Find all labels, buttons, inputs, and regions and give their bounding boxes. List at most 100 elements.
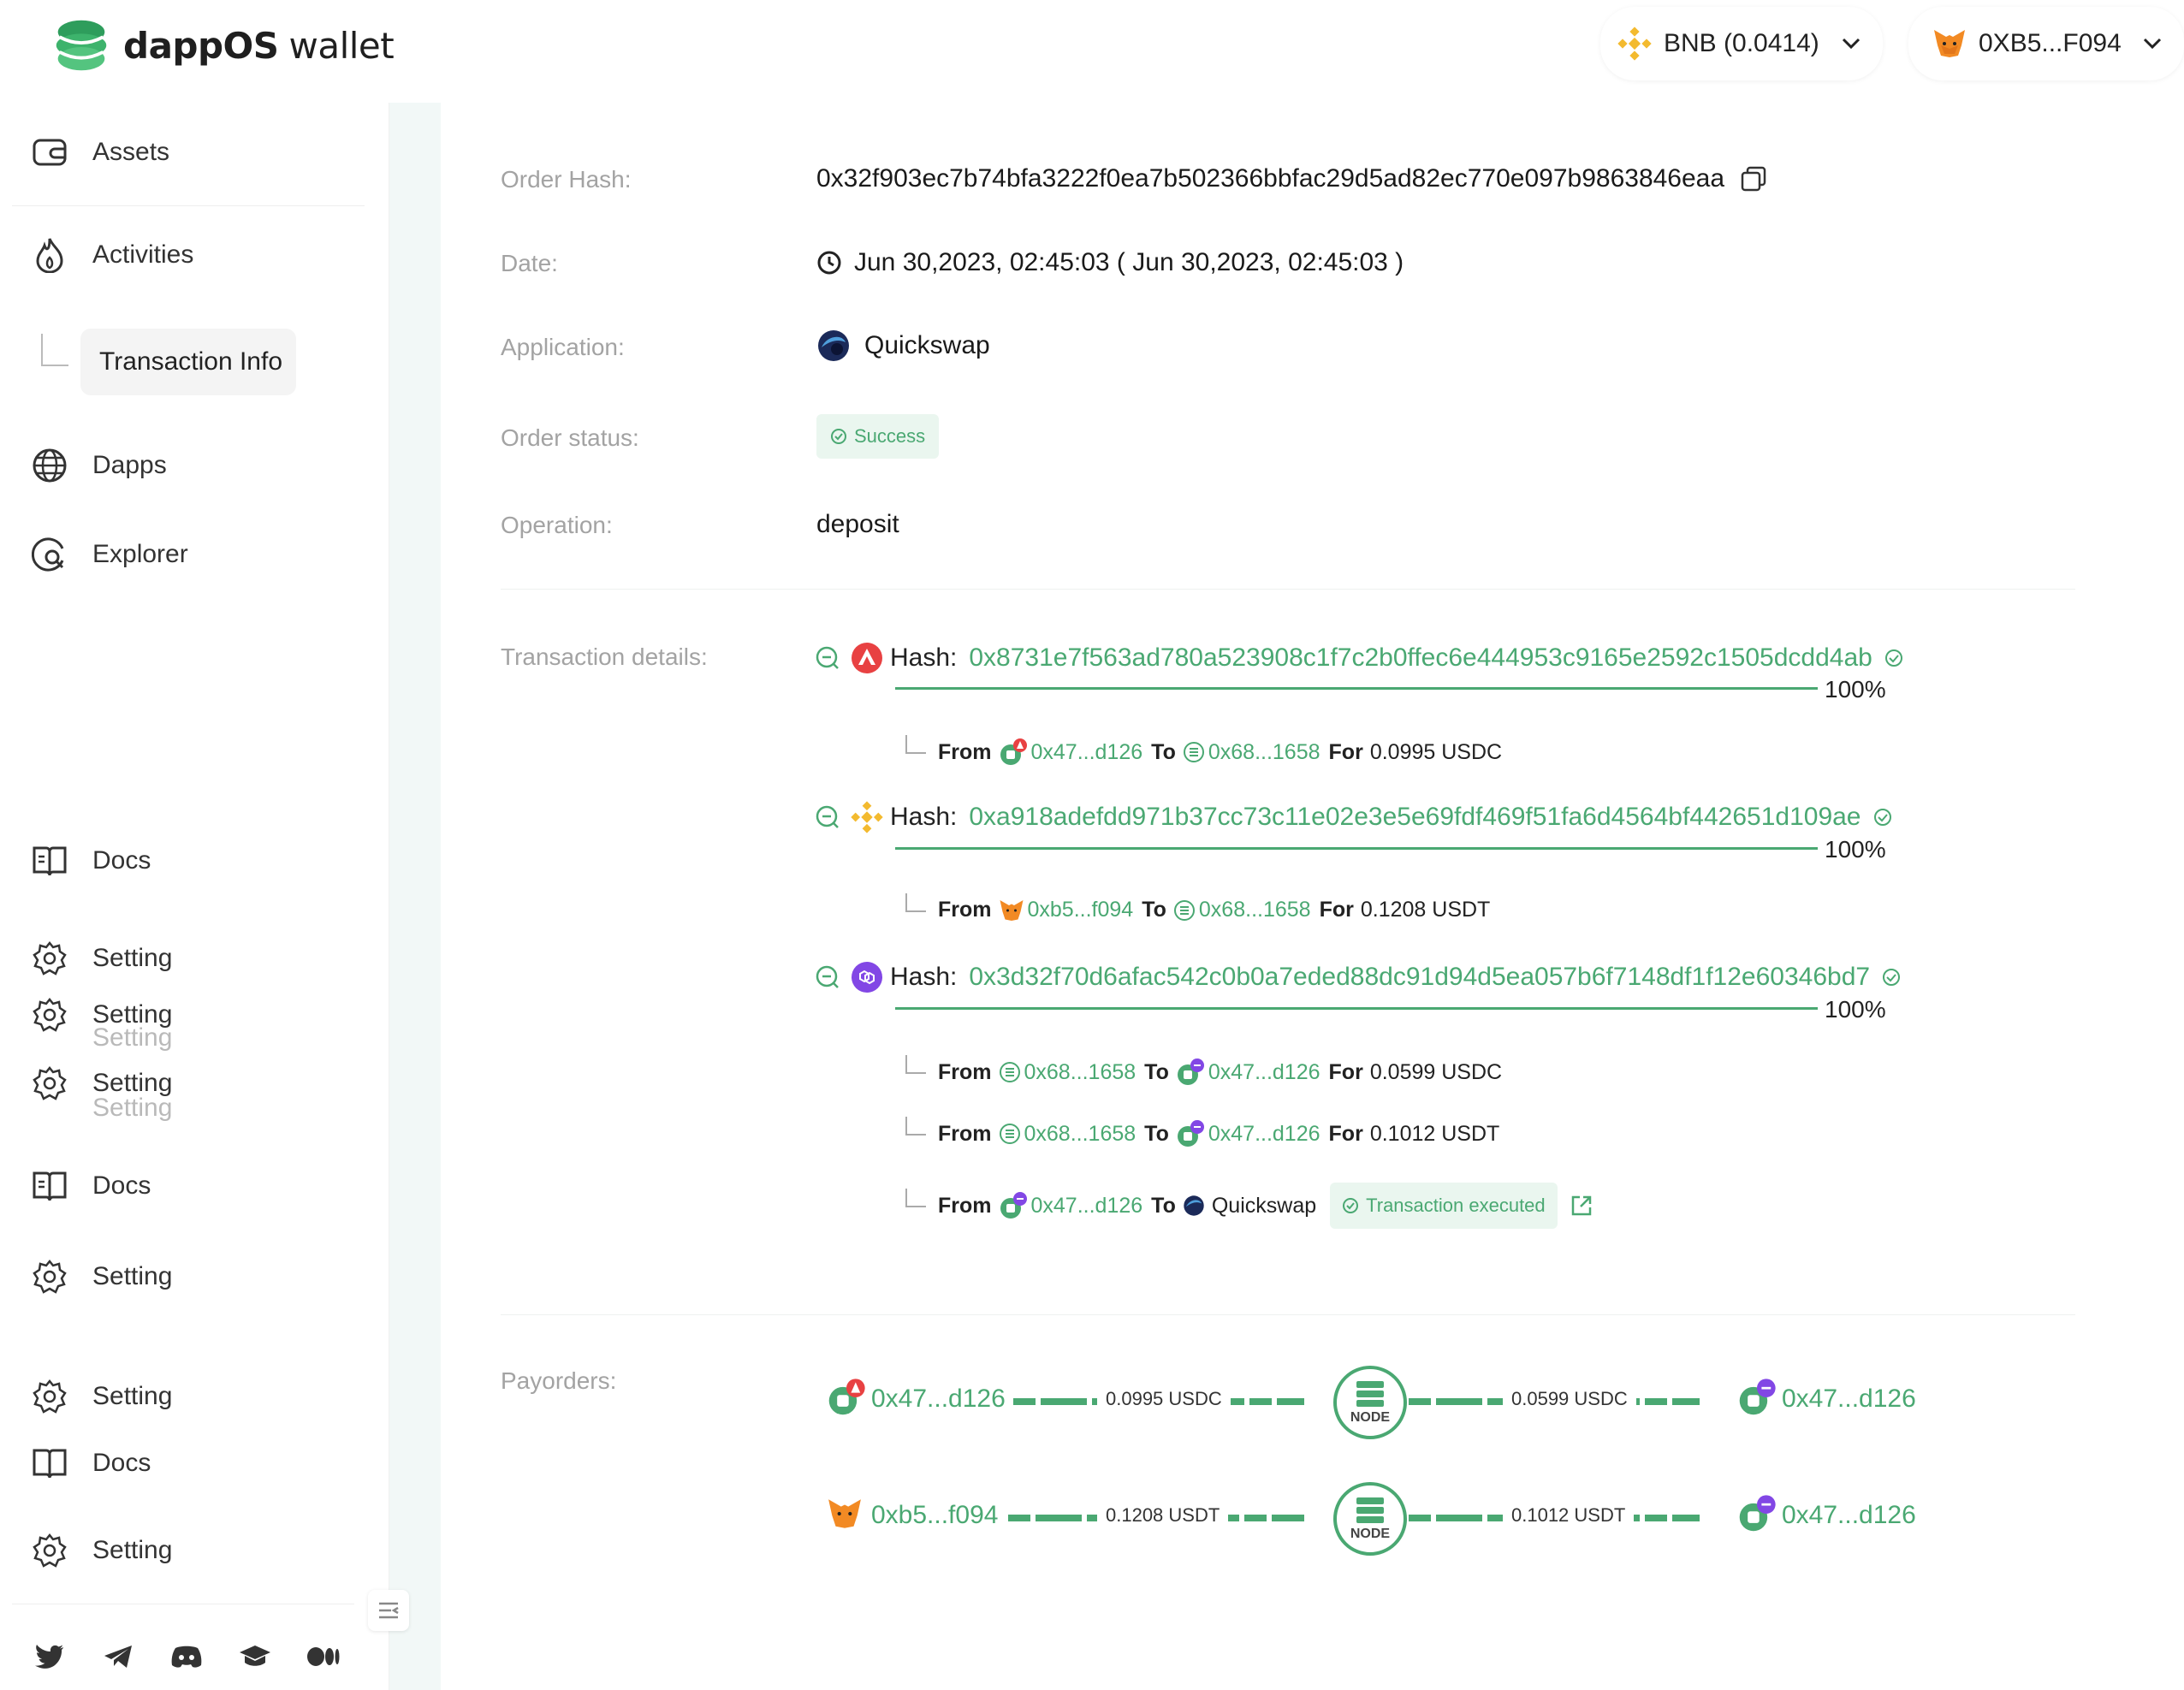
chain-selector[interactable]: BNB (0.0414) [1600, 7, 1883, 80]
sidebar-item-setting[interactable]: Setting [31, 1258, 172, 1296]
discord-icon[interactable] [168, 1638, 205, 1675]
to-address[interactable]: 0x68...1658 [1199, 898, 1311, 922]
sidebar-item-assets[interactable]: Assets [31, 133, 169, 171]
collapse-sidebar-button[interactable] [368, 1590, 409, 1631]
transfer-line: From 0x68...1658 To 0x47...d126 For 0.05… [905, 1055, 1503, 1087]
sidebar-item-explorer[interactable]: Explorer [31, 536, 188, 573]
payorder-to-address[interactable]: 0x47...d126 [1782, 1385, 1916, 1414]
collapse-circle-icon[interactable] [815, 964, 840, 990]
transfer-amount: 0.0599 USDC [1369, 1059, 1503, 1084]
metamask-fox-icon [1934, 30, 1965, 57]
to-app-name[interactable]: Quickswap [1212, 1194, 1316, 1219]
transfer-line: From 0x68...1658 To 0x47...d126 For 0.10… [905, 1117, 1499, 1148]
date-label: Date: [501, 250, 558, 276]
operation-value: deposit [816, 510, 899, 538]
avatar-polygon-icon [1739, 1495, 1776, 1532]
payorder-row: 0xb5...f094 0.1208 USDT NODE 0.1012 USDT… [827, 1482, 1939, 1556]
for-word: For [1328, 739, 1363, 764]
for-word: For [1319, 898, 1354, 922]
avatar-polygon-icon [1177, 1120, 1204, 1147]
metamask-fox-icon [828, 1499, 861, 1528]
twitter-icon[interactable] [31, 1638, 68, 1675]
sidebar-label: Explorer [92, 540, 188, 568]
from-word: From [938, 1059, 992, 1084]
social-links [31, 1638, 342, 1675]
gitbook-icon[interactable] [236, 1638, 274, 1675]
sidebar-item-docs[interactable]: Docs [31, 842, 151, 880]
tx-hash-link[interactable]: 0x8731e7f563ad780a523908c1f7c2b0ffec6e44… [969, 643, 1872, 673]
tx-hash-link[interactable]: 0x3d32f70d6afac542c0b0a7eded88dc91d94d5e… [969, 963, 1870, 992]
sidebar-label: Setting [92, 944, 173, 972]
application-name: Quickswap [864, 331, 990, 359]
from-address[interactable]: 0xb5...f094 [1028, 898, 1134, 922]
sidebar-item-docs[interactable]: Docs [31, 1167, 151, 1205]
execution-status-badge: Transaction executed [1330, 1183, 1558, 1229]
from-word: From [938, 739, 992, 764]
execution-status-text: Transaction executed [1366, 1195, 1546, 1216]
transfer-amount: 0.1208 USDT [1360, 898, 1491, 922]
from-address[interactable]: 0x47...d126 [1031, 1194, 1143, 1219]
order-status-value: Success [816, 414, 940, 459]
sidebar-label: Setting [92, 1536, 173, 1564]
sidebar-label: Docs [92, 846, 151, 875]
payorder-to-address[interactable]: 0x47...d126 [1782, 1501, 1916, 1530]
sidebar-item-setting[interactable]: Setting [31, 1532, 172, 1569]
payorder-out-amount: 0.0599 USDC [1503, 1385, 1636, 1414]
collapse-circle-icon[interactable] [815, 804, 840, 830]
sidebar-ghost-label: Setting [92, 1023, 173, 1052]
clock-icon [817, 251, 841, 275]
wallet-selector[interactable]: 0XB5...F094 [1908, 7, 2184, 80]
from-address[interactable]: 0x47...d126 [1031, 740, 1143, 765]
copy-icon[interactable] [1740, 165, 1767, 193]
to-address[interactable]: 0x47...d126 [1208, 1122, 1320, 1147]
sidebar-divider [12, 205, 365, 206]
payorder-from-address[interactable]: 0x47...d126 [871, 1385, 1006, 1414]
payorder-out-amount: 0.1012 USDT [1503, 1501, 1635, 1530]
gear-icon [31, 1258, 68, 1296]
to-word: To [1144, 1059, 1169, 1084]
tx-hash-link[interactable]: 0xa918adefdd971b37cc73c11e02e3e5e69fdf46… [969, 803, 1861, 832]
to-address[interactable]: 0x47...d126 [1208, 1060, 1320, 1085]
polygon-icon [852, 962, 882, 993]
chevron-down-icon [2143, 38, 2162, 50]
sidebar-item-transaction-info[interactable]: Transaction Info [80, 329, 296, 395]
sidebar-item-activities[interactable]: Activities [31, 236, 193, 274]
avatar-polygon-icon [1000, 1192, 1027, 1219]
from-address[interactable]: 0x68...1658 [1024, 1060, 1137, 1085]
bnb-icon [1617, 27, 1652, 61]
order-date: Jun 30,2023, 02:45:03 ( Jun 30,2023, 02:… [854, 248, 1404, 276]
collapse-icon [379, 1602, 399, 1619]
from-address[interactable]: 0x68...1658 [1024, 1122, 1137, 1147]
transfer-line: From 0xb5...f094 To 0x68...1658 For 0.12… [905, 892, 1491, 922]
external-link-icon[interactable] [1570, 1194, 1593, 1218]
telegram-icon[interactable] [99, 1638, 137, 1675]
progress-bar [895, 1007, 1818, 1010]
logo[interactable]: dappOS wallet [48, 12, 395, 79]
book-icon [31, 1167, 68, 1205]
sidebar-item-docs[interactable]: Docs [31, 1444, 151, 1482]
sidebar-item-dapps[interactable]: Dapps [31, 447, 167, 484]
node-icon: NODE [1333, 1482, 1407, 1556]
payorder-row: 0x47...d126 0.0995 USDC NODE 0.0599 USDC… [827, 1366, 1939, 1439]
book-icon [31, 842, 68, 880]
collapse-circle-icon[interactable] [815, 645, 840, 671]
tx-header: Hash: 0x3d32f70d6afac542c0b0a7eded88dc91… [815, 961, 1901, 993]
to-address[interactable]: 0x68...1658 [1208, 740, 1320, 765]
order-hash-label: Order Hash: [501, 166, 632, 193]
status-badge: Success [816, 414, 940, 459]
gear-icon [31, 1064, 68, 1102]
payorder-from-address[interactable]: 0xb5...f094 [871, 1501, 998, 1530]
to-word: To [1142, 898, 1166, 922]
transfer-line: From 0x47...d126 To 0x68...1658 For 0.09… [905, 735, 1502, 767]
sidebar-item-setting[interactable]: Setting [31, 1378, 172, 1415]
sidebar-item-setting[interactable]: Setting [31, 940, 172, 977]
tx-header: Hash: 0x8731e7f563ad780a523908c1f7c2b0ff… [815, 642, 1903, 674]
avatar-avalanche-icon [1000, 738, 1027, 765]
transaction-details-label: Transaction details: [501, 643, 708, 670]
order-hash: 0x32f903ec7b74bfa3222f0ea7b502366bbfac29… [816, 164, 1725, 193]
sidebar-label: Setting [92, 1262, 173, 1290]
gear-icon [31, 1378, 68, 1415]
medium-icon[interactable] [305, 1638, 342, 1675]
avatar-avalanche-icon [828, 1379, 865, 1415]
order-status-label: Order status: [501, 424, 639, 451]
